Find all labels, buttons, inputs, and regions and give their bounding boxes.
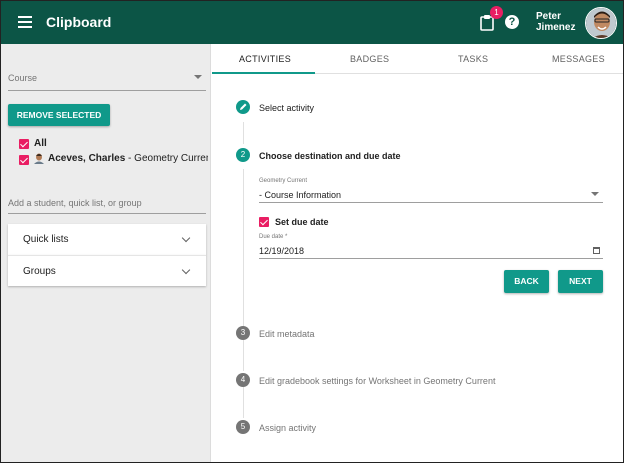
help-icon[interactable]: ?: [505, 15, 519, 29]
user-first-name: Peter: [536, 11, 562, 22]
calendar-icon[interactable]: [593, 247, 600, 254]
pencil-icon: [240, 103, 247, 110]
notification-badge: 1: [490, 6, 503, 19]
all-label: All: [34, 138, 47, 149]
tab-bar: ACTIVITIES BADGES TASKS MESSAGES: [212, 44, 623, 74]
destination-select[interactable]: - Course Information: [259, 189, 603, 203]
step-5-indicator[interactable]: 5: [236, 420, 250, 434]
student-name: Aceves, Charles: [48, 153, 126, 164]
chevron-down-icon: [181, 265, 191, 275]
dropdown-arrow-icon: [194, 75, 202, 79]
course-select[interactable]: Course: [8, 71, 206, 91]
step-1-indicator[interactable]: [236, 100, 250, 114]
dropdown-arrow-icon: [591, 192, 599, 196]
quick-lists-label: Quick lists: [23, 234, 69, 245]
step-3-indicator[interactable]: 3: [236, 326, 250, 340]
step-connector: [243, 340, 244, 371]
step-5-label[interactable]: Assign activity: [259, 423, 316, 433]
app-frame: Clipboard 1 ? Peter Jimenez Course REMOV…: [0, 0, 624, 463]
next-button[interactable]: NEXT: [558, 270, 603, 293]
all-checkbox[interactable]: [19, 139, 29, 149]
groups-label: Groups: [23, 266, 56, 277]
user-name[interactable]: Peter Jimenez: [536, 11, 575, 33]
due-date-caption: Due date *: [259, 234, 288, 240]
quick-lists-panel[interactable]: Quick lists: [8, 224, 206, 255]
remove-selected-button[interactable]: REMOVE SELECTED: [8, 104, 110, 126]
step-connector: [243, 387, 244, 418]
step-connector: [243, 122, 244, 144]
due-date-checkbox-label: Set due date: [275, 217, 329, 227]
user-last-name: Jimenez: [536, 22, 576, 33]
menu-icon[interactable]: [18, 16, 32, 28]
roster-sidebar: Course REMOVE SELECTED All Aceves, Charl…: [1, 44, 211, 462]
tab-badges[interactable]: BADGES: [350, 54, 389, 64]
due-date-value: 12/19/2018: [259, 246, 305, 256]
destination-caption: Geometry Current: [259, 178, 308, 184]
active-tab-indicator: [212, 72, 315, 74]
due-date-field[interactable]: 12/19/2018: [259, 245, 603, 259]
student-course: - Geometry Current: [125, 153, 208, 164]
app-title: Clipboard: [46, 14, 112, 30]
due-date-checkbox[interactable]: [259, 217, 269, 227]
destination-value: - Course Information: [259, 190, 342, 200]
step-4-indicator[interactable]: 4: [236, 373, 250, 387]
groups-panel[interactable]: Groups: [8, 255, 206, 286]
student-checkbox[interactable]: [19, 155, 29, 165]
back-button[interactable]: BACK: [504, 270, 549, 293]
step-2-indicator[interactable]: 2: [236, 148, 250, 162]
student-item[interactable]: Aceves, Charles - Geometry Current: [48, 153, 208, 164]
student-avatar: [34, 153, 44, 164]
add-student-input[interactable]: Add a student, quick list, or group: [8, 194, 206, 214]
step-2-label[interactable]: Choose destination and due date: [259, 151, 401, 161]
chevron-down-icon: [181, 233, 191, 243]
tab-messages[interactable]: MESSAGES: [552, 54, 605, 64]
step-3-label[interactable]: Edit metadata: [259, 329, 315, 339]
tab-activities[interactable]: ACTIVITIES: [239, 54, 291, 64]
step-4-label[interactable]: Edit gradebook settings for Worksheet in…: [259, 376, 495, 386]
course-select-label: Course: [8, 73, 38, 83]
step-connector: [243, 169, 244, 327]
user-avatar[interactable]: [585, 7, 617, 39]
app-bar: Clipboard 1 ? Peter Jimenez: [1, 1, 623, 44]
tab-tasks[interactable]: TASKS: [458, 54, 488, 64]
step-1-label[interactable]: Select activity: [259, 103, 314, 113]
main-content: ACTIVITIES BADGES TASKS MESSAGES Select …: [212, 44, 623, 462]
